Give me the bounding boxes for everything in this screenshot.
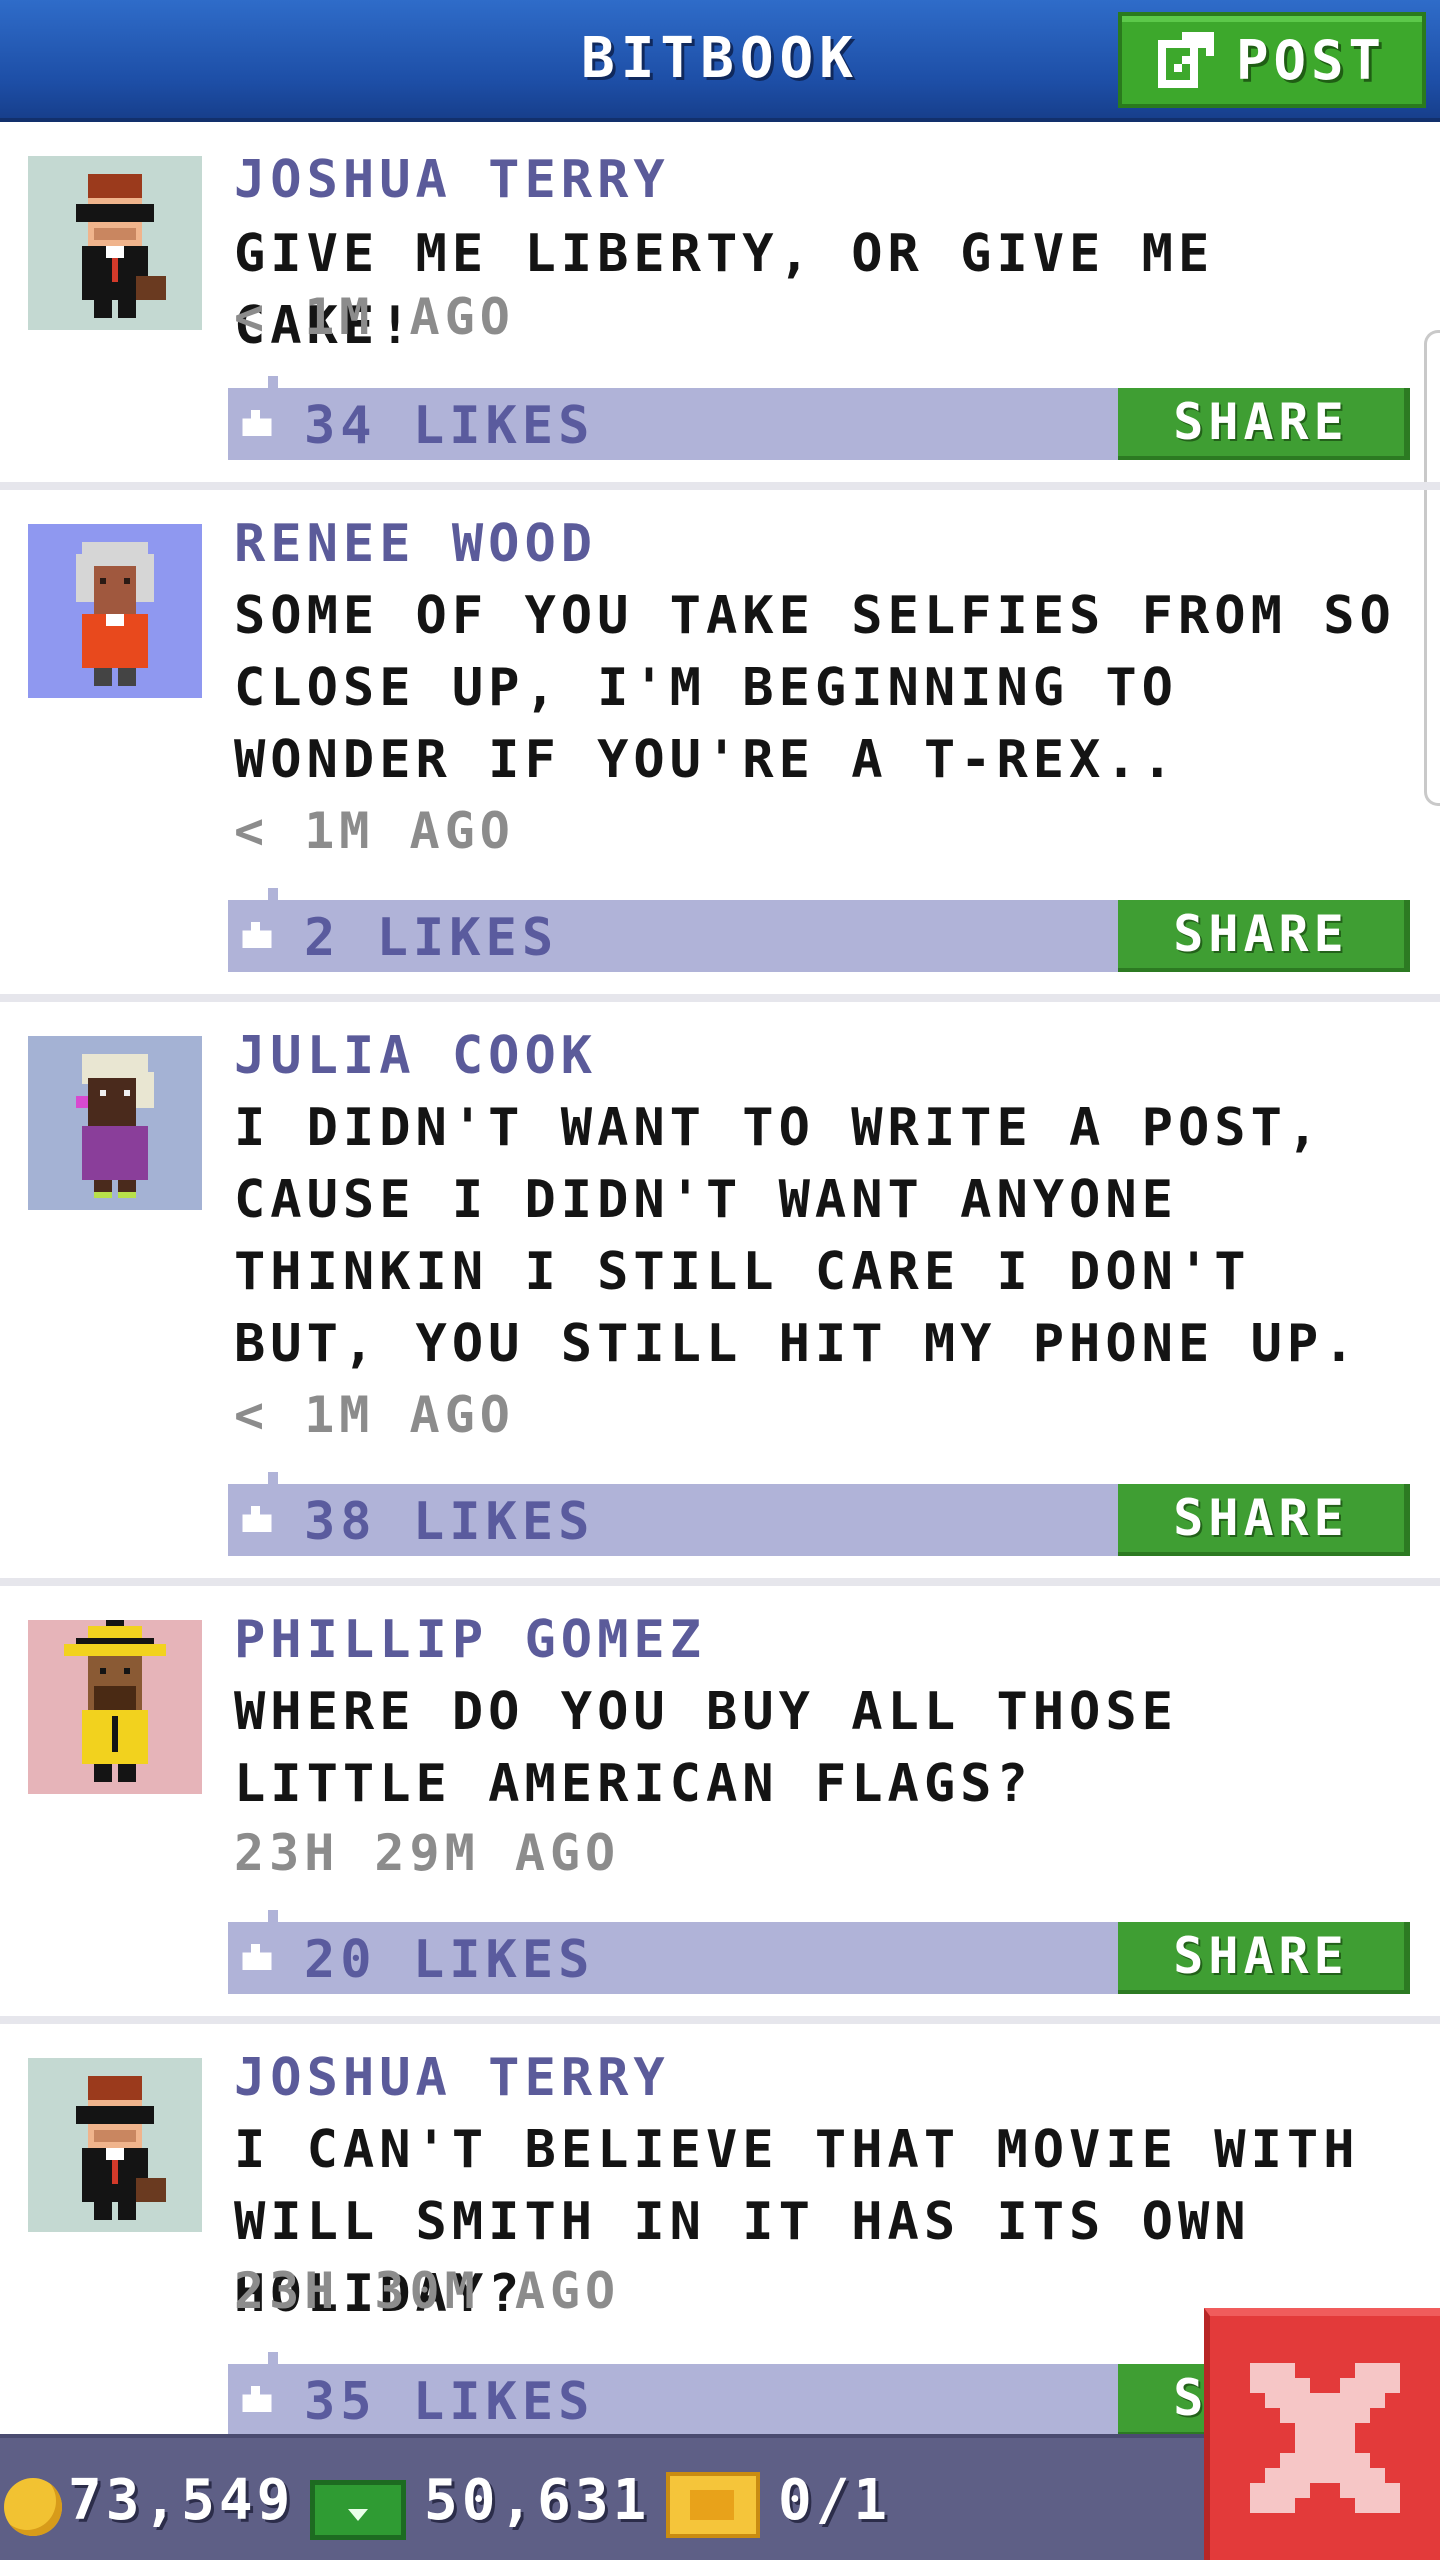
man-yellow-hat-avatar[interactable] [28, 1620, 202, 1794]
post-button[interactable]: POST [1118, 12, 1426, 108]
post-text: I DIDN'T WANT TO WRITE A POST, CAUSE I D… [234, 1098, 1360, 1374]
share-button[interactable]: SHARE [1118, 1484, 1410, 1556]
post-time: 23H 30M AGO [234, 2262, 621, 2320]
woman-purple-dress-avatar[interactable] [28, 1036, 202, 1210]
app-header: BITBOOK POST [0, 0, 1440, 122]
post-time: < 1M AGO [234, 1386, 515, 1444]
post-text: WHERE DO YOU BUY ALL THOSE LITTLE AMERIC… [234, 1682, 1178, 1814]
likes-count: 34 LIKES [304, 396, 595, 456]
post-author[interactable]: PHILLIP GOMEZ [234, 1610, 706, 1670]
post-author[interactable]: JOSHUA TERRY [234, 2048, 670, 2108]
post-time: < 1M AGO [234, 288, 515, 346]
tickets-count: 0/1 [778, 2468, 892, 2533]
post-time: < 1M AGO [234, 802, 515, 860]
feed-post: JOSHUA TERRY GIVE ME LIBERTY, OR GIVE ME… [0, 126, 1440, 490]
share-button[interactable]: SHARE [1118, 900, 1410, 972]
elderly-woman-avatar[interactable] [28, 524, 202, 698]
share-button[interactable]: SHARE [1118, 1922, 1410, 1994]
likes-bar: 34 LIKES SHARE [228, 376, 1410, 460]
like-icon[interactable] [242, 2386, 272, 2412]
feed-post: RENEE WOOD SOME OF YOU TAKE SELFIES FROM… [0, 490, 1440, 1002]
likes-count: 2 LIKES [304, 908, 559, 968]
bux-count: 50,631 [424, 2468, 651, 2533]
bux-icon [310, 2480, 406, 2540]
post-time: 23H 29M AGO [234, 1824, 621, 1882]
post-author[interactable]: JULIA COOK [234, 1026, 597, 1086]
like-icon[interactable] [242, 410, 272, 436]
like-icon[interactable] [242, 1506, 272, 1532]
post-text: SOME OF YOU TAKE SELFIES FROM SO CLOSE U… [234, 586, 1396, 790]
like-icon[interactable] [242, 922, 272, 948]
ticket-icon [666, 2472, 760, 2538]
like-icon[interactable] [242, 1944, 272, 1970]
post-author[interactable]: RENEE WOOD [234, 514, 597, 574]
likes-bar: 20 LIKES SHARE [228, 1910, 1410, 1994]
post-author[interactable]: JOSHUA TERRY [234, 150, 670, 210]
feed-post: PHILLIP GOMEZ WHERE DO YOU BUY ALL THOSE… [0, 1586, 1440, 2024]
feed-post: JULIA COOK I DIDN'T WANT TO WRITE A POST… [0, 1002, 1440, 1586]
businessman-sunglasses-avatar[interactable] [28, 2058, 202, 2232]
coin-icon [4, 2478, 62, 2536]
close-icon [1250, 2363, 1400, 2513]
coins-count: 73,549 [68, 2468, 295, 2533]
businessman-sunglasses-avatar[interactable] [28, 156, 202, 330]
compose-icon [1157, 32, 1214, 88]
share-button[interactable]: SHARE [1118, 388, 1410, 460]
likes-bar: 38 LIKES SHARE [228, 1472, 1410, 1556]
likes-count: 38 LIKES [304, 1492, 595, 1552]
likes-count: 20 LIKES [304, 1930, 595, 1990]
likes-count: 35 LIKES [304, 2372, 595, 2432]
likes-bar: 2 LIKES SHARE [228, 888, 1410, 972]
post-button-label: POST [1235, 28, 1387, 92]
close-button[interactable] [1204, 2308, 1440, 2560]
